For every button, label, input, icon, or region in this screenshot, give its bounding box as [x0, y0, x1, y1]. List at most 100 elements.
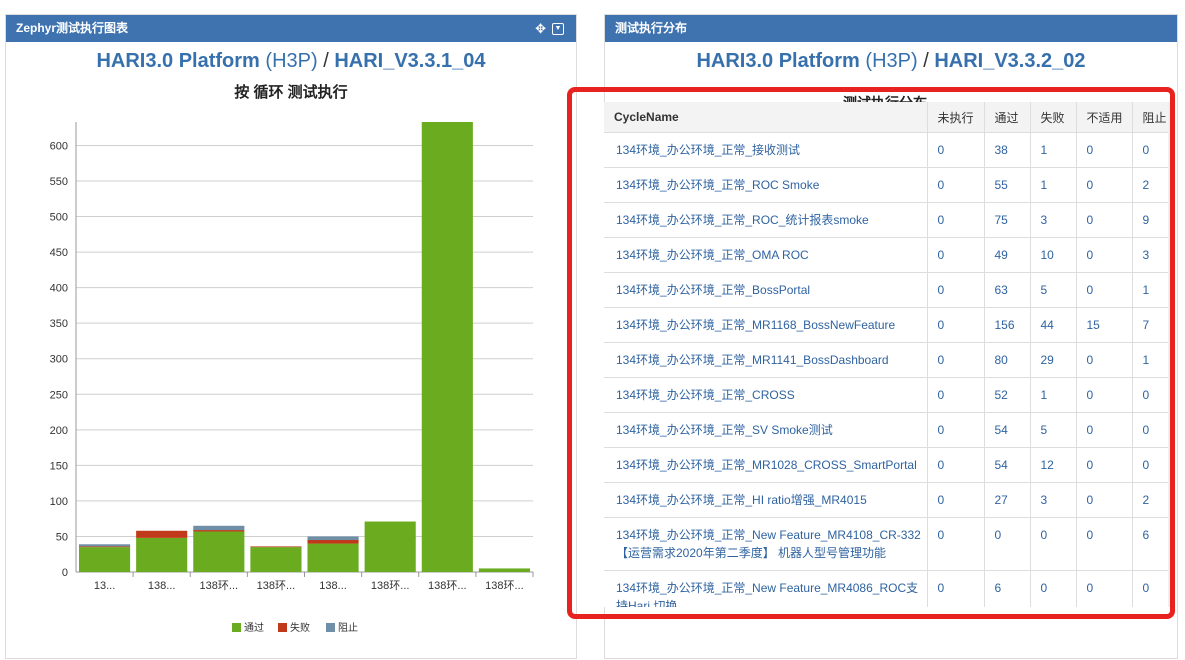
cell-fail[interactable]: 3 [1030, 482, 1077, 518]
cycle-name-link[interactable]: 134环境_办公环境_正常_HI ratio增强_MR4015 [604, 482, 928, 518]
cell-blocked[interactable]: 9 [1132, 202, 1172, 238]
cell-unexecuted[interactable]: 0 [927, 412, 985, 448]
cell-fail[interactable]: 12 [1030, 447, 1077, 483]
cell-unexecuted[interactable]: 0 [927, 237, 985, 273]
bar-block [193, 525, 245, 531]
cell-blocked[interactable]: 2 [1132, 482, 1172, 518]
cell-pass[interactable]: 63 [984, 272, 1031, 308]
col-fail[interactable]: 失败 [1030, 102, 1077, 133]
cell-fail[interactable]: 10 [1030, 237, 1077, 273]
table-row: 134环境_办公环境_正常_New Feature_MR4086_ROC支持Ha… [604, 570, 1172, 607]
cell-pass[interactable]: 52 [984, 377, 1031, 413]
table-row: 134环境_办公环境_正常_MR1168_BossNewFeature 0 156 4… [604, 307, 1172, 343]
cycle-name-link[interactable]: 134环境_办公环境_正常_New Feature_MR4108_CR-332【… [604, 517, 928, 571]
cycle-name-link[interactable]: 134环境_办公环境_正常_SV Smoke测试 [604, 412, 928, 448]
cycle-name-link[interactable]: 134环境_办公环境_正常_New Feature_MR4086_ROC支持Ha… [604, 570, 928, 607]
cell-unexecuted[interactable]: 0 [927, 167, 985, 203]
legend-label: 阻止 [338, 622, 358, 634]
cycle-name-link[interactable]: 134环境_办公环境_正常_ROC Smoke [604, 167, 928, 203]
cell-na[interactable]: 0 [1076, 412, 1133, 448]
cycle-name-link[interactable]: 134环境_办公环境_正常_MR1028_CROSS_SmartPortal [604, 447, 928, 483]
cell-na[interactable]: 0 [1076, 202, 1133, 238]
cell-blocked[interactable]: 6 [1132, 517, 1172, 571]
cell-na[interactable]: 0 [1076, 517, 1133, 571]
col-na[interactable]: 不适用 [1076, 102, 1133, 133]
cell-na[interactable]: 0 [1076, 570, 1133, 607]
cell-blocked[interactable]: 3 [1132, 237, 1172, 273]
stacked-bar-chart: 0 50 100 150 200 250 300 350 400 450 500 550 600 13..… [50, 122, 534, 634]
cell-na[interactable]: 0 [1076, 447, 1133, 483]
table-scrollbar[interactable] [1168, 102, 1174, 607]
cycle-name-link[interactable]: 134环境_办公环境_正常_CROSS [604, 377, 928, 413]
col-pass[interactable]: 通过 [984, 102, 1031, 133]
col-cyclename[interactable]: CycleName [604, 102, 928, 133]
cell-na[interactable]: 0 [1076, 167, 1133, 203]
cell-blocked[interactable]: 1 [1132, 342, 1172, 378]
cell-na[interactable]: 0 [1076, 132, 1133, 168]
cell-unexecuted[interactable]: 0 [927, 342, 985, 378]
bar-pass [364, 521, 416, 572]
cell-na[interactable]: 0 [1076, 237, 1133, 273]
cell-blocked[interactable]: 1 [1132, 272, 1172, 308]
cycle-name-link[interactable]: 134环境_办公环境_正常_OMA ROC [604, 237, 928, 273]
cycle-name-link[interactable]: 134环境_办公环境_正常_ROC_统计报表smoke [604, 202, 928, 238]
cell-unexecuted[interactable]: 0 [927, 517, 985, 571]
cell-fail[interactable]: 0 [1030, 570, 1077, 607]
bar-fail [193, 530, 245, 532]
x-tick-label: 138环... [200, 580, 239, 592]
cell-pass[interactable]: 80 [984, 342, 1031, 378]
cell-fail[interactable]: 1 [1030, 132, 1077, 168]
cell-pass[interactable]: 75 [984, 202, 1031, 238]
cell-pass[interactable]: 54 [984, 412, 1031, 448]
cell-fail[interactable]: 29 [1030, 342, 1077, 378]
x-tick-label: 138环... [428, 580, 467, 592]
cell-unexecuted[interactable]: 0 [927, 132, 985, 168]
cell-pass[interactable]: 38 [984, 132, 1031, 168]
cell-fail[interactable]: 1 [1030, 167, 1077, 203]
cell-blocked[interactable]: 7 [1132, 307, 1172, 343]
cell-fail[interactable]: 1 [1030, 377, 1077, 413]
cell-fail[interactable]: 5 [1030, 272, 1077, 308]
cell-blocked[interactable]: 0 [1132, 412, 1172, 448]
bar-fail [136, 530, 188, 538]
cell-na[interactable]: 15 [1076, 307, 1133, 343]
cell-blocked[interactable]: 0 [1132, 570, 1172, 607]
cell-na[interactable]: 0 [1076, 272, 1133, 308]
cell-pass[interactable]: 49 [984, 237, 1031, 273]
cell-na[interactable]: 0 [1076, 482, 1133, 518]
cell-pass[interactable]: 156 [984, 307, 1031, 343]
cell-unexecuted[interactable]: 0 [927, 570, 985, 607]
cycle-name-link[interactable]: 134环境_办公环境_正常_MR1168_BossNewFeature [604, 307, 928, 343]
cycle-name-link[interactable]: 134环境_办公环境_正常_接收测试 [604, 132, 928, 168]
cell-pass[interactable]: 55 [984, 167, 1031, 203]
cell-fail[interactable]: 5 [1030, 412, 1077, 448]
cycle-table-container[interactable]: CycleName 未执行 通过 失败 不适用 阻止 134环境_办公环境_正常… [604, 102, 1172, 607]
table-row: 134环境_办公环境_正常_ROC Smoke 0 55 1 0 2 [604, 167, 1172, 203]
cell-unexecuted[interactable]: 0 [927, 272, 985, 308]
col-blocked[interactable]: 阻止 [1132, 102, 1172, 133]
col-unexecuted[interactable]: 未执行 [927, 102, 985, 133]
cell-blocked[interactable]: 0 [1132, 447, 1172, 483]
cell-blocked[interactable]: 0 [1132, 377, 1172, 413]
y-tick-label: 450 [50, 247, 68, 259]
cell-unexecuted[interactable]: 0 [927, 447, 985, 483]
cell-na[interactable]: 0 [1076, 342, 1133, 378]
cell-unexecuted[interactable]: 0 [927, 307, 985, 343]
cell-blocked[interactable]: 0 [1132, 132, 1172, 168]
cell-unexecuted[interactable]: 0 [927, 202, 985, 238]
cell-fail[interactable]: 44 [1030, 307, 1077, 343]
cell-pass[interactable]: 27 [984, 482, 1031, 518]
cell-blocked[interactable]: 2 [1132, 167, 1172, 203]
cell-fail[interactable]: 0 [1030, 517, 1077, 571]
cell-pass[interactable]: 6 [984, 570, 1031, 607]
cycle-name-link[interactable]: 134环境_办公环境_正常_MR1141_BossDashboard [604, 342, 928, 378]
cell-na[interactable]: 0 [1076, 377, 1133, 413]
cell-pass[interactable]: 0 [984, 517, 1031, 571]
cycle-name-link[interactable]: 134环境_办公环境_正常_BossPortal [604, 272, 928, 308]
version-name[interactable]: HARI_V3.3.2_02 [934, 50, 1085, 72]
platform-name[interactable]: HARI3.0 Platform [696, 50, 859, 72]
cell-unexecuted[interactable]: 0 [927, 377, 985, 413]
cell-unexecuted[interactable]: 0 [927, 482, 985, 518]
cell-pass[interactable]: 54 [984, 447, 1031, 483]
cell-fail[interactable]: 3 [1030, 202, 1077, 238]
